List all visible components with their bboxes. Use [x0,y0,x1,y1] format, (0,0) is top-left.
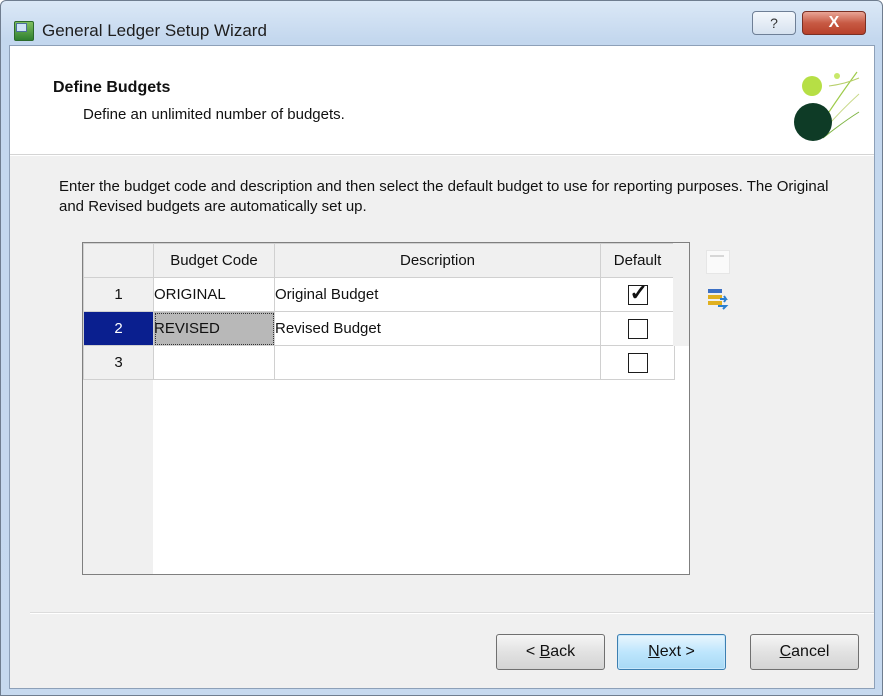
description-cell[interactable]: Revised Budget [274,311,601,346]
footer-divider [30,612,874,614]
default-cell[interactable] [600,345,675,380]
default-cell[interactable] [600,277,675,312]
grid-empty-area[interactable] [153,346,689,574]
budget-code-cell[interactable] [153,345,275,380]
back-mnemonic: B [539,643,551,660]
page-subtitle: Define an unlimited number of budgets. [83,106,345,123]
wizard-header: Define Budgets Define an unlimited numbe… [10,46,874,155]
next-label: ext > [659,643,695,660]
page-title: Define Budgets [53,79,171,96]
instructions-text: Enter the budget code and description an… [59,178,829,215]
col-header-description[interactable]: Description [274,243,601,278]
budget-grid[interactable]: Budget Code Description Default 1 ORIGIN… [82,242,690,575]
cancel-label: ancel [791,643,830,660]
col-header-default[interactable]: Default [600,243,675,278]
default-checkbox[interactable] [627,280,648,306]
grid-corner[interactable] [83,243,154,278]
table-row[interactable]: 2 REVISED Revised Budget [83,311,675,346]
app-icon [14,21,34,41]
next-button[interactable]: Next > [617,634,726,670]
table-row[interactable]: 1 ORIGINAL Original Budget [83,277,675,312]
grid-scroll-area [673,243,689,346]
transfer-list-icon[interactable] [706,287,732,311]
default-checkbox[interactable] [627,352,648,373]
header-divider [10,155,874,156]
budget-table: Budget Code Description Default 1 ORIGIN… [83,243,675,380]
table-row[interactable]: 3 [83,345,675,380]
budget-code-cell[interactable]: REVISED [153,311,275,346]
description-cell[interactable]: Original Budget [274,277,601,312]
title-bar: General Ledger Setup Wizard ? X [1,1,882,45]
wizard-body: Define Budgets Define an unlimited numbe… [9,45,875,689]
description-cell[interactable] [274,345,601,380]
blank-row-icon[interactable] [706,250,730,274]
grid-header-row: Budget Code Description Default [83,243,675,278]
default-checkbox[interactable] [627,318,648,339]
default-cell[interactable] [600,311,675,346]
close-button[interactable]: X [802,11,866,35]
row-number[interactable]: 1 [83,277,154,312]
sage-logo-icon [794,71,860,141]
back-button[interactable]: < Back [496,634,605,670]
row-number[interactable]: 2 [83,311,154,346]
back-prefix: < [525,643,540,660]
window-title: General Ledger Setup Wizard [42,21,267,40]
row-number[interactable]: 3 [83,345,154,380]
next-mnemonic: N [648,643,660,660]
cancel-button[interactable]: Cancel [750,634,859,670]
help-button[interactable]: ? [752,11,796,35]
back-label: ack [550,643,576,660]
budget-code-cell[interactable]: ORIGINAL [153,277,275,312]
wizard-window: General Ledger Setup Wizard ? X Define B… [0,0,883,696]
col-header-budget-code[interactable]: Budget Code [153,243,275,278]
cancel-mnemonic: C [779,643,792,660]
